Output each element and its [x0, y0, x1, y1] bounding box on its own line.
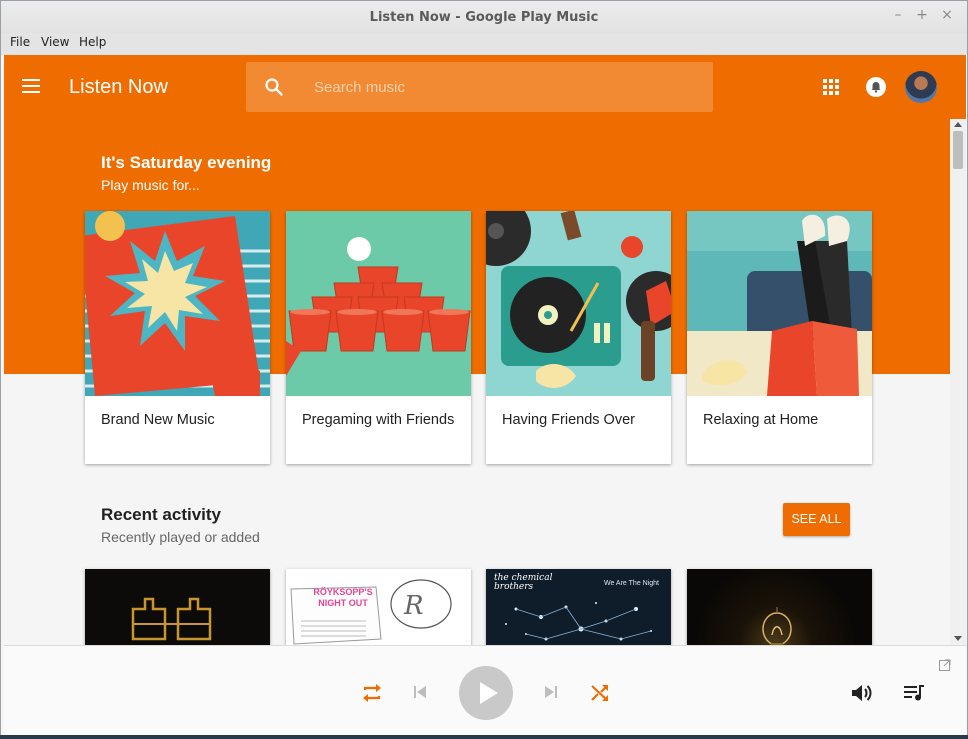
card-art	[85, 211, 270, 396]
scroll-thumb[interactable]	[953, 131, 963, 169]
desktop-background-strip	[0, 735, 968, 739]
search-bar[interactable]: Search music	[246, 62, 713, 112]
svg-text:R: R	[403, 591, 424, 621]
album-card[interactable]: the chemical brothers We Are The Night	[486, 569, 671, 645]
page-title: Listen Now	[69, 76, 168, 98]
notifications-bell-icon[interactable]	[866, 77, 886, 97]
apps-grid-icon[interactable]	[823, 79, 839, 95]
search-input[interactable]: Search music	[314, 79, 405, 96]
situation-card-friends-over[interactable]: Having Friends Over	[486, 211, 671, 464]
volume-icon[interactable]	[851, 683, 873, 703]
album-art-artist: the chemical brothers	[494, 573, 553, 592]
situation-card-brand-new-music[interactable]: Brand New Music	[85, 211, 270, 464]
menu-bar: File View Help	[1, 33, 967, 55]
scroll-up-arrow[interactable]	[954, 122, 962, 127]
app-window: Listen Now - Google Play Music – + × Fil…	[0, 0, 968, 739]
play-button[interactable]	[459, 666, 513, 720]
section-heading-recent: Recent activity	[101, 505, 221, 524]
vertical-scrollbar[interactable]	[950, 119, 966, 645]
card-art	[687, 211, 872, 396]
card-label: Relaxing at Home	[703, 412, 819, 428]
next-track-icon[interactable]	[544, 685, 558, 699]
album-card[interactable]	[85, 569, 270, 645]
main-content: It's Saturday evening Play music for...	[4, 119, 950, 645]
app-bar: Listen Now Search music	[4, 55, 966, 119]
open-mini-player-icon[interactable]	[939, 659, 951, 671]
album-art-title: We Are The Night	[604, 580, 659, 587]
shuffle-icon[interactable]	[590, 683, 610, 703]
previous-track-icon[interactable]	[413, 685, 427, 699]
situation-card-relaxing[interactable]: Relaxing at Home	[687, 211, 872, 464]
card-art	[486, 211, 671, 396]
album-card[interactable]	[687, 569, 872, 645]
play-icon	[480, 682, 498, 704]
album-art-title: RÖYKSOPP'S NIGHT OUT	[313, 587, 373, 608]
search-icon	[265, 78, 283, 96]
repeat-icon[interactable]	[361, 683, 383, 703]
window-title: Listen Now - Google Play Music	[369, 10, 599, 25]
section-heading-situations: It's Saturday evening	[101, 153, 272, 172]
title-bar: Listen Now - Google Play Music – + ×	[1, 1, 967, 33]
close-button[interactable]: ×	[940, 7, 954, 23]
avatar[interactable]	[905, 71, 937, 103]
queue-icon[interactable]	[904, 685, 924, 701]
card-label: Brand New Music	[101, 412, 215, 428]
card-label: Pregaming with Friends	[302, 412, 455, 428]
menu-icon[interactable]	[22, 79, 40, 93]
player-bar	[4, 645, 966, 736]
menu-view[interactable]: View	[41, 35, 69, 49]
minimize-button[interactable]: –	[891, 7, 905, 23]
album-art	[131, 597, 212, 641]
menu-file[interactable]: File	[10, 35, 30, 49]
album-card[interactable]: R RÖYKSOPP'S NIGHT OUT	[286, 569, 471, 645]
scroll-down-arrow[interactable]	[954, 636, 962, 641]
menu-help[interactable]: Help	[79, 35, 106, 49]
card-art	[286, 211, 471, 396]
situation-card-pregaming[interactable]: Pregaming with Friends	[286, 211, 471, 464]
maximize-button[interactable]: +	[915, 7, 929, 23]
section-subheading-recent: Recently played or added	[101, 529, 260, 545]
album-art	[762, 607, 792, 645]
see-all-button[interactable]: SEE ALL	[783, 503, 850, 536]
card-label: Having Friends Over	[502, 412, 635, 428]
section-subheading-situations: Play music for...	[101, 177, 200, 193]
